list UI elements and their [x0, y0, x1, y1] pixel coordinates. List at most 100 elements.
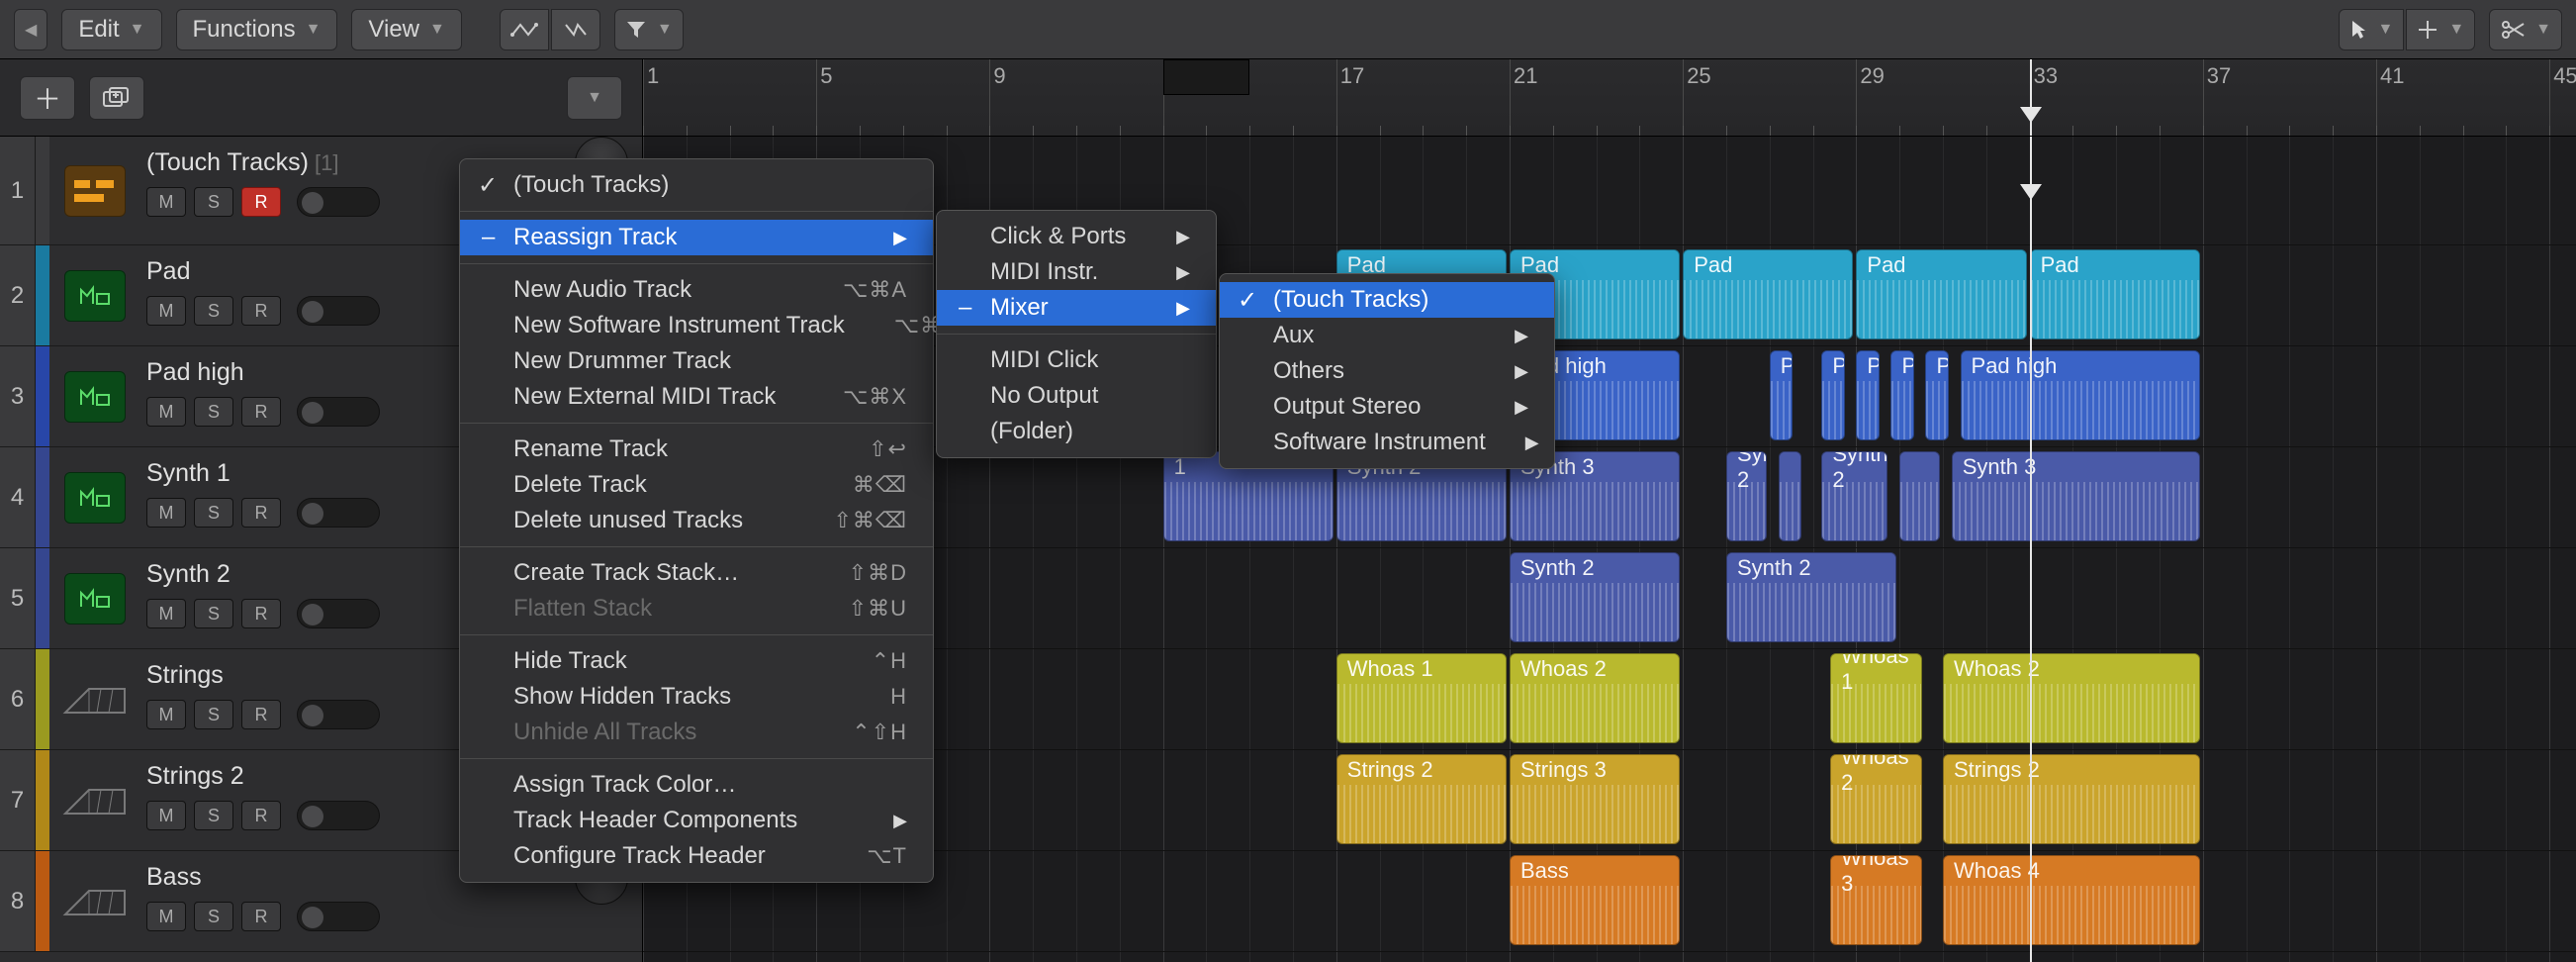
menu-delete-track[interactable]: Delete Track⌘⌫	[460, 467, 933, 503]
region[interactable]: Pad high	[1961, 350, 2200, 440]
submenu-mixer[interactable]: ‒Mixer▶	[937, 290, 1216, 326]
edit-menu-button[interactable]: Edit▼	[61, 9, 161, 50]
region[interactable]: Whoas 1	[1830, 653, 1922, 743]
flex-button[interactable]	[551, 9, 600, 50]
region[interactable]: Synth 2	[1726, 451, 1767, 541]
add-track-button[interactable]: ＋	[20, 76, 75, 120]
submenu-no-output[interactable]: No Output	[937, 378, 1216, 414]
record-button[interactable]: R	[241, 700, 281, 729]
mixer-software-instrument[interactable]: Software Instrument▶	[1220, 425, 1554, 460]
region[interactable]: Strings 2	[1336, 754, 1507, 844]
mixer-others[interactable]: Others▶	[1220, 353, 1554, 389]
record-button[interactable]: R	[241, 599, 281, 628]
functions-menu-button[interactable]: Functions▼	[176, 9, 338, 50]
region[interactable]: Strings 3	[1510, 754, 1680, 844]
solo-button[interactable]: S	[194, 801, 233, 830]
region[interactable]: Whoas 2	[1510, 653, 1680, 743]
menu-delete-unused[interactable]: Delete unused Tracks⇧⌘⌫	[460, 503, 933, 538]
record-button[interactable]: R	[241, 801, 281, 830]
playhead[interactable]	[2030, 59, 2032, 136]
back-button[interactable]: ◀	[14, 9, 47, 50]
region[interactable]: Synth 2	[1821, 451, 1887, 541]
submenu-midi-instr[interactable]: MIDI Instr.▶	[937, 254, 1216, 290]
automation-curve-button[interactable]	[500, 9, 549, 50]
crosshair-tool-button[interactable]: ▼	[2406, 9, 2475, 50]
record-button[interactable]: R	[241, 397, 281, 427]
region[interactable]: Synth 2	[1726, 552, 1896, 642]
region[interactable]: Whoas 2	[1830, 754, 1922, 844]
record-button[interactable]: R	[241, 296, 281, 326]
volume-slider[interactable]	[297, 498, 380, 528]
mute-button[interactable]: M	[146, 700, 186, 729]
mute-button[interactable]: M	[146, 187, 186, 217]
submenu-click-ports[interactable]: Click & Ports▶	[937, 219, 1216, 254]
volume-slider[interactable]	[297, 902, 380, 931]
menu-new-software[interactable]: New Software Instrument Track⌥⌘S	[460, 308, 933, 343]
mixer-aux[interactable]: Aux▶	[1220, 318, 1554, 353]
scissors-tool-button[interactable]: ▼	[2489, 9, 2562, 50]
region[interactable]: Strings 2	[1943, 754, 2200, 844]
menu-hide-track[interactable]: Hide Track⌃H	[460, 643, 933, 679]
mute-button[interactable]: M	[146, 397, 186, 427]
region[interactable]: Pa	[1821, 350, 1844, 440]
region[interactable]: Pa	[1890, 350, 1913, 440]
mixer-submenu[interactable]: ✓(Touch Tracks)Aux▶Others▶Output Stereo▶…	[1219, 273, 1555, 469]
duplicate-track-button[interactable]	[89, 76, 144, 120]
region[interactable]	[1779, 451, 1801, 541]
menu-assign-color[interactable]: Assign Track Color…	[460, 767, 933, 803]
solo-button[interactable]: S	[194, 599, 233, 628]
region[interactable]: Synth 2	[1510, 552, 1680, 642]
region[interactable]: Whoas 2	[1943, 653, 2200, 743]
track-options-button[interactable]: ▼	[567, 76, 622, 120]
solo-button[interactable]: S	[194, 700, 233, 729]
filter-button[interactable]: ▼	[614, 9, 684, 50]
playhead-line[interactable]	[2030, 137, 2032, 962]
solo-button[interactable]: S	[194, 902, 233, 931]
solo-button[interactable]: S	[194, 498, 233, 528]
volume-slider[interactable]	[297, 700, 380, 729]
volume-slider[interactable]	[297, 296, 380, 326]
mute-button[interactable]: M	[146, 902, 186, 931]
volume-slider[interactable]	[297, 801, 380, 830]
region[interactable]: Whoas 1	[1336, 653, 1507, 743]
mute-button[interactable]: M	[146, 296, 186, 326]
menu-show-hidden[interactable]: Show Hidden TracksH	[460, 679, 933, 715]
view-menu-button[interactable]: View▼	[351, 9, 461, 50]
mute-button[interactable]: M	[146, 801, 186, 830]
solo-button[interactable]: S	[194, 296, 233, 326]
mixer-output-stereo[interactable]: Output Stereo▶	[1220, 389, 1554, 425]
region[interactable]: Bass	[1510, 855, 1680, 945]
reassign-submenu[interactable]: Click & Ports▶MIDI Instr.▶‒Mixer▶MIDI Cl…	[936, 210, 1217, 458]
menu-new-audio[interactable]: New Audio Track⌥⌘A	[460, 272, 933, 308]
volume-slider[interactable]	[297, 397, 380, 427]
mixer-touch-tracks[interactable]: ✓(Touch Tracks)	[1220, 282, 1554, 318]
region[interactable]: Pa	[1856, 350, 1879, 440]
menu-reassign-track[interactable]: ‒Reassign Track▶	[460, 220, 933, 255]
region[interactable]	[1899, 451, 1940, 541]
menu-new-external-midi[interactable]: New External MIDI Track⌥⌘X	[460, 379, 933, 415]
region[interactable]: Pad	[2030, 249, 2200, 339]
pointer-tool-button[interactable]: ▼	[2339, 9, 2404, 50]
bar-ruler[interactable]: 159131721252933374145	[643, 59, 2576, 136]
volume-slider[interactable]	[297, 187, 380, 217]
menu-new-drummer[interactable]: New Drummer Track	[460, 343, 933, 379]
region[interactable]: Pad	[1856, 249, 2026, 339]
region[interactable]: Pa	[1770, 350, 1793, 440]
region[interactable]: Synth 3	[1952, 451, 2200, 541]
record-button[interactable]: R	[241, 187, 281, 217]
menu-create-stack[interactable]: Create Track Stack…⇧⌘D	[460, 555, 933, 591]
menu-configure-header[interactable]: Configure Track Header⌥T	[460, 838, 933, 874]
region[interactable]: Pad	[1683, 249, 1853, 339]
record-button[interactable]: R	[241, 902, 281, 931]
region[interactable]: Whoas 4	[1943, 855, 2200, 945]
region[interactable]: Pa	[1925, 350, 1948, 440]
menu-touch-tracks[interactable]: ✓(Touch Tracks)	[460, 167, 933, 203]
record-button[interactable]: R	[241, 498, 281, 528]
volume-slider[interactable]	[297, 599, 380, 628]
mute-button[interactable]: M	[146, 498, 186, 528]
submenu-folder[interactable]: (Folder)	[937, 414, 1216, 449]
menu-rename-track[interactable]: Rename Track⇧↩	[460, 432, 933, 467]
solo-button[interactable]: S	[194, 187, 233, 217]
solo-button[interactable]: S	[194, 397, 233, 427]
menu-track-header-components[interactable]: Track Header Components▶	[460, 803, 933, 838]
